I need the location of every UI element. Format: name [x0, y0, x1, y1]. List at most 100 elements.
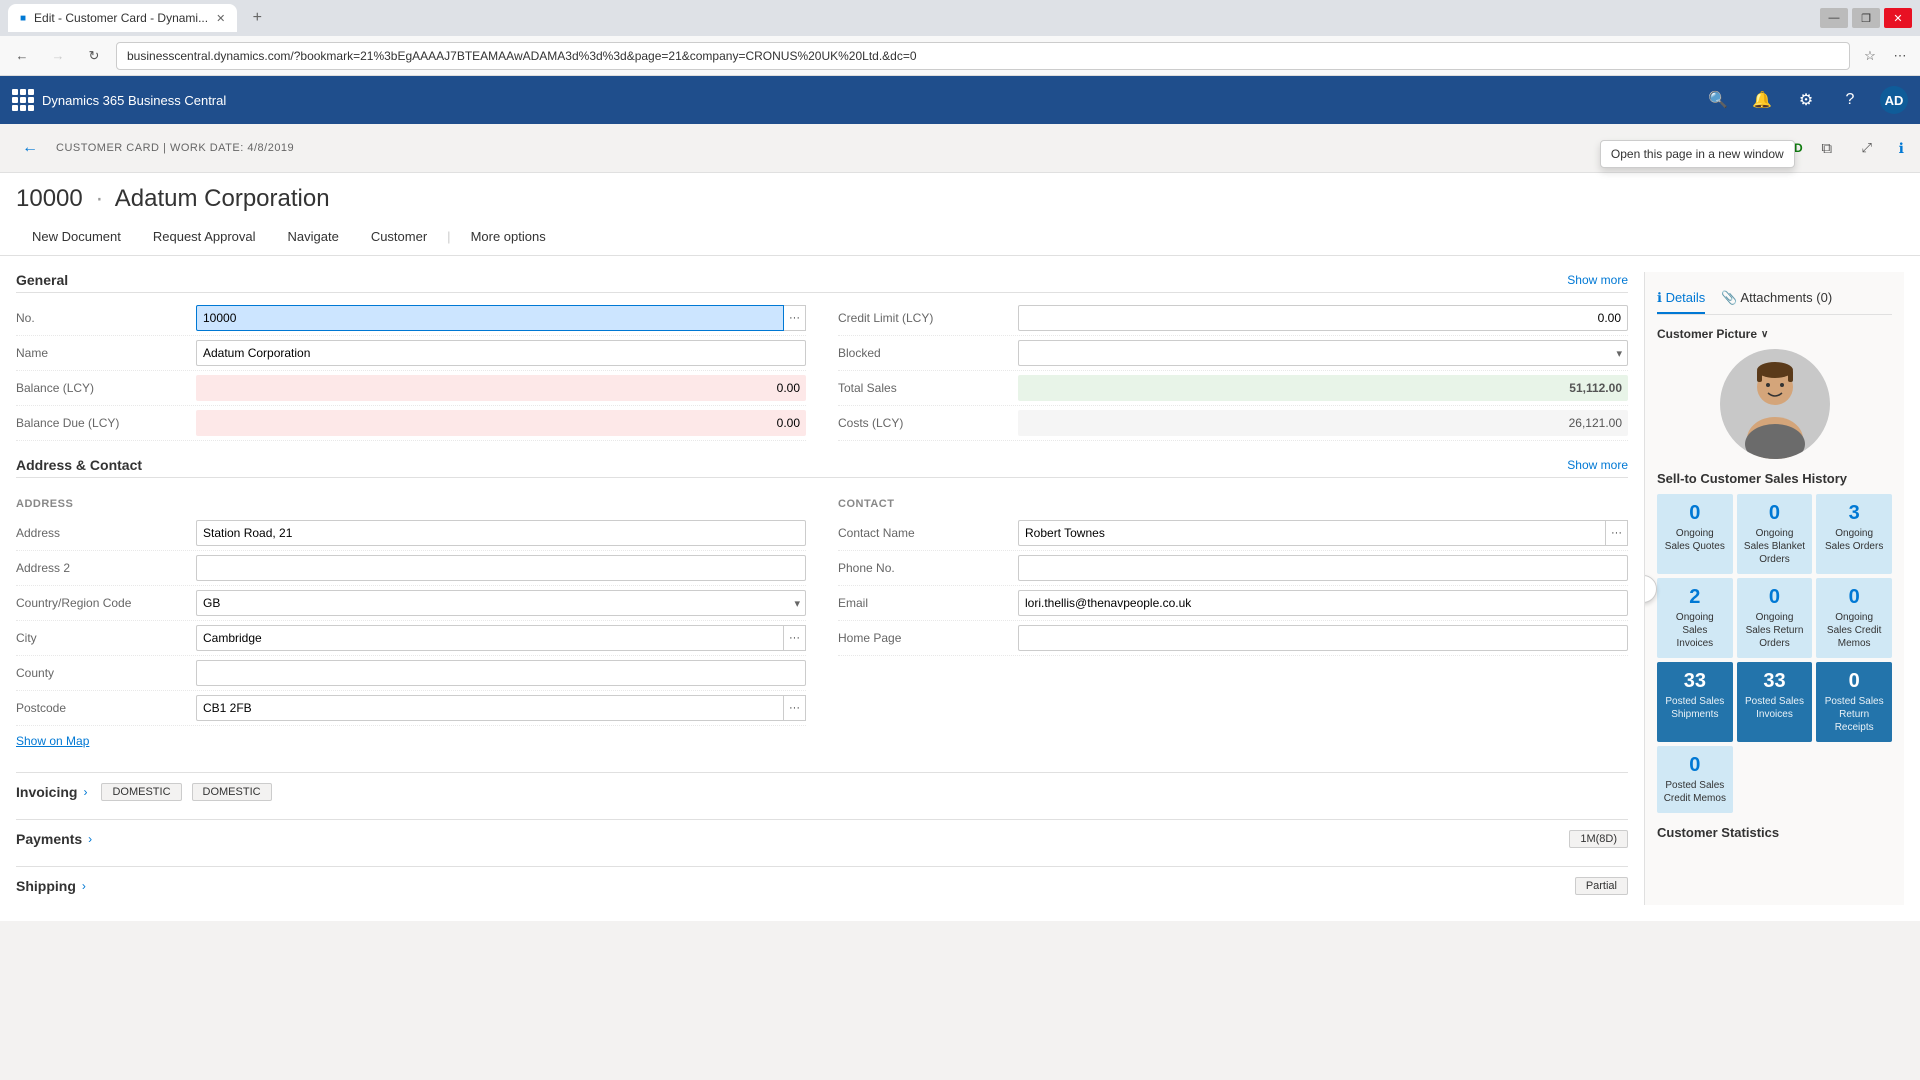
info-icon[interactable]: ℹ [1899, 140, 1904, 157]
breadcrumb: CUSTOMER CARD | WORK DATE: 4/8/2019 [56, 142, 294, 154]
address2-input[interactable] [196, 555, 806, 581]
phone-input[interactable] [1018, 555, 1628, 581]
tab-new-document[interactable]: New Document [16, 221, 137, 255]
expand-panel-button[interactable]: › [1644, 575, 1657, 603]
payments-title: Payments [16, 831, 82, 847]
tile-posted-return-receipts[interactable]: 0 Posted Sales Return Receipts [1816, 662, 1892, 742]
name-label: Name [16, 346, 196, 360]
tile-ongoing-quotes[interactable]: 0 Ongoing Sales Quotes [1657, 494, 1733, 574]
contact-name-input[interactable] [1018, 520, 1606, 546]
contact-name-label: Contact Name [838, 526, 1018, 540]
invoicing-header[interactable]: Invoicing › DOMESTIC DOMESTIC [16, 773, 1628, 811]
tab-customer[interactable]: Customer [355, 221, 443, 255]
email-field-row: Email [838, 586, 1628, 621]
waffle-icon[interactable] [12, 89, 34, 111]
panel-tab-details[interactable]: ℹ Details [1657, 284, 1705, 314]
general-title: General [16, 272, 68, 288]
new-window-button[interactable]: ⧉ [1811, 132, 1843, 164]
address-field-row: Address [16, 516, 806, 551]
general-show-more[interactable]: Show more [1567, 273, 1628, 287]
tab-more-options[interactable]: More options [455, 221, 562, 255]
balance-lcy-input[interactable] [196, 375, 806, 401]
homepage-input[interactable] [1018, 625, 1628, 651]
shipping-header[interactable]: Shipping › Partial [16, 867, 1628, 905]
tile-invoices-number: 2 [1663, 586, 1727, 609]
tile-posted-credit-number: 0 [1663, 754, 1727, 777]
browser-settings-icon[interactable]: ⋯ [1888, 44, 1912, 68]
tile-orders-label: Ongoing Sales Orders [1822, 527, 1886, 553]
postcode-field-row: Postcode ··· [16, 691, 806, 726]
tile-posted-shipments[interactable]: 33 Posted Sales Shipments [1657, 662, 1733, 742]
name-input[interactable] [196, 340, 806, 366]
contact-subtitle: CONTACT [838, 498, 1628, 510]
city-input[interactable] [196, 625, 784, 651]
payments-header[interactable]: Payments › 1M(8D) [16, 820, 1628, 858]
tab-request-approval[interactable]: Request Approval [137, 221, 272, 255]
invoicing-section: Invoicing › DOMESTIC DOMESTIC [16, 772, 1628, 811]
address-subtitle: ADDRESS [16, 498, 806, 510]
search-icon[interactable]: 🔍 [1704, 86, 1732, 114]
address2-field-row: Address 2 [16, 551, 806, 586]
tile-posted-credit[interactable]: 0 Posted Sales Credit Memos [1657, 746, 1733, 813]
shipping-title: Shipping [16, 878, 76, 894]
tile-ongoing-invoices[interactable]: 2 Ongoing Sales Invoices [1657, 578, 1733, 658]
address-bar[interactable] [116, 42, 1850, 70]
blocked-select[interactable]: All Invoice [1018, 340, 1628, 366]
new-tab-button[interactable]: + [245, 6, 269, 30]
back-nav-button[interactable]: ← [8, 42, 36, 70]
show-on-map-link[interactable]: Show on Map [16, 734, 89, 748]
tile-ongoing-blanket[interactable]: 0 Ongoing Sales Blanket Orders [1737, 494, 1813, 574]
tab-navigate[interactable]: Navigate [272, 221, 355, 255]
forward-nav-button[interactable]: → [44, 42, 72, 70]
minimize-button[interactable]: — [1820, 8, 1848, 28]
customer-picture-title[interactable]: Customer Picture ∨ [1657, 327, 1892, 341]
tile-ongoing-credit[interactable]: 0 Ongoing Sales Credit Memos [1816, 578, 1892, 658]
credit-limit-input[interactable] [1018, 305, 1628, 331]
close-tab-button[interactable]: ✕ [216, 12, 225, 25]
country-select[interactable]: GB [196, 590, 806, 616]
tile-ongoing-orders[interactable]: 3 Ongoing Sales Orders [1816, 494, 1892, 574]
close-window-button[interactable]: ✕ [1884, 8, 1912, 28]
tile-ongoing-returns[interactable]: 0 Ongoing Sales Return Orders [1737, 578, 1813, 658]
phone-label: Phone No. [838, 561, 1018, 575]
panel-tab-attachments[interactable]: 📎 Attachments (0) [1721, 284, 1832, 314]
county-input[interactable] [196, 660, 806, 686]
no-ellipsis-button[interactable]: ··· [784, 305, 806, 331]
customer-number: 10000 [16, 185, 83, 212]
invoicing-arrow: › [83, 785, 87, 799]
title-separator: · [95, 185, 103, 212]
tile-blanket-label: Ongoing Sales Blanket Orders [1743, 527, 1807, 566]
expand-button[interactable]: ⤢ [1851, 132, 1883, 164]
browser-tab[interactable]: ■ Edit - Customer Card - Dynami... ✕ [8, 4, 237, 32]
address-show-more[interactable]: Show more [1567, 458, 1628, 472]
bookmark-icon[interactable]: ☆ [1858, 44, 1882, 68]
tile-quotes-label: Ongoing Sales Quotes [1663, 527, 1727, 553]
back-button[interactable]: ← [16, 134, 44, 162]
user-avatar[interactable]: AD [1880, 86, 1908, 114]
country-field-row: Country/Region Code GB [16, 586, 806, 621]
contact-name-ellipsis-button[interactable]: ··· [1606, 520, 1628, 546]
city-ellipsis-button[interactable]: ··· [784, 625, 806, 651]
invoicing-badge2: DOMESTIC [192, 783, 272, 801]
tile-invoices-label: Ongoing Sales Invoices [1663, 611, 1727, 650]
email-input[interactable] [1018, 590, 1628, 616]
settings-icon[interactable]: ⚙ [1792, 86, 1820, 114]
postcode-input[interactable] [196, 695, 784, 721]
refresh-button[interactable]: ↻ [80, 42, 108, 70]
postcode-label: Postcode [16, 701, 196, 715]
city-field-row: City ··· [16, 621, 806, 656]
help-icon[interactable]: ? [1836, 86, 1864, 114]
balance-due-lcy-field-row: Balance Due (LCY) [16, 406, 806, 441]
postcode-ellipsis-button[interactable]: ··· [784, 695, 806, 721]
tile-return-receipts-label: Posted Sales Return Receipts [1822, 695, 1886, 734]
general-section: General Show more No. ··· [16, 272, 1628, 441]
tile-shipments-label: Posted Sales Shipments [1663, 695, 1727, 721]
tile-posted-credit-label: Posted Sales Credit Memos [1663, 779, 1727, 805]
balance-due-lcy-input[interactable] [196, 410, 806, 436]
app-logo[interactable]: Dynamics 365 Business Central [12, 89, 226, 111]
address-input[interactable] [196, 520, 806, 546]
no-input[interactable] [196, 305, 784, 331]
restore-button[interactable]: ❐ [1852, 8, 1880, 28]
notifications-icon[interactable]: 🔔 [1748, 86, 1776, 114]
tile-posted-invoices[interactable]: 33 Posted Sales Invoices [1737, 662, 1813, 742]
